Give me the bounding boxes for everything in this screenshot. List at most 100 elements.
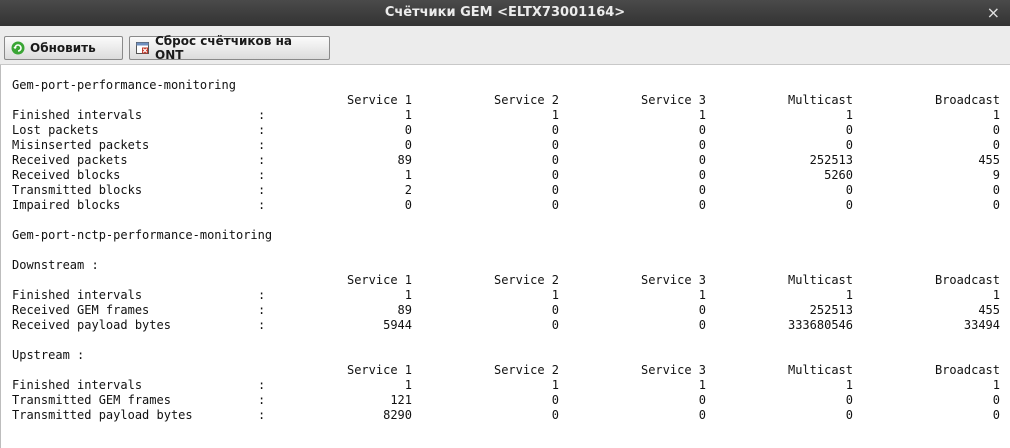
counter-value: 0 [551, 153, 559, 167]
counter-value: 0 [698, 303, 706, 317]
column-header: Service 2 [493, 273, 559, 287]
counter-value: 5260 [824, 168, 853, 182]
counter-separator: : [258, 408, 266, 422]
column-header: Service 1 [346, 363, 412, 377]
counters-report: Gem-port-performance-monitoring Service 1… [0, 65, 1010, 448]
window-title: Счётчики GEM <ELTX73001164> [384, 5, 626, 20]
counter-separator: : [258, 318, 266, 332]
counter-value: 0 [404, 198, 412, 212]
column-header: Service 3 [640, 273, 706, 287]
refresh-button-label: Обновить [30, 41, 96, 55]
counter-value: 0 [698, 168, 706, 182]
counter-value: 1 [845, 378, 853, 392]
counter-value: 33494 [963, 318, 1000, 332]
section-title: Gem-port-performance-monitoring [1, 78, 1010, 93]
counter-value: 0 [698, 318, 706, 332]
counter-row: Received packets: 89 0 0 252513 455 [1, 153, 1010, 168]
counter-value: 0 [551, 303, 559, 317]
counter-value: 0 [845, 123, 853, 137]
column-header: Service 1 [346, 93, 412, 107]
counter-label: Finished intervals [12, 288, 143, 302]
reset-counters-button[interactable]: Сброс счётчиков на ONT [129, 34, 330, 62]
counter-value: 0 [992, 138, 1000, 152]
counter-row: Finished intervals: 1 1 1 1 1 [1, 288, 1010, 303]
column-header: Multicast [787, 363, 853, 377]
counter-value: 0 [992, 183, 1000, 197]
counter-separator: : [258, 183, 266, 197]
counter-value: 0 [404, 138, 412, 152]
refresh-button[interactable]: Обновить [4, 36, 123, 60]
column-header: Broadcast [934, 93, 1000, 107]
counter-value: 89 [397, 303, 412, 317]
counter-row: Finished intervals: 1 1 1 1 1 [1, 108, 1010, 123]
counter-value: 0 [698, 123, 706, 137]
column-header-row: Service 1 Service 2 Service 3 Multicast Broa… [1, 93, 1010, 108]
counter-value: 1 [404, 168, 412, 182]
counter-value: 0 [551, 168, 559, 182]
section-title-text: Downstream : [12, 258, 99, 272]
section-title: Gem-port-nctp-performance-monitoring [1, 228, 1010, 243]
counter-value: 252513 [809, 153, 853, 167]
counter-row: Misinserted packets: 0 0 0 0 0 [1, 138, 1010, 153]
counter-separator: : [258, 393, 266, 407]
counter-row: Transmitted payload bytes: 8290 0 0 0 0 [1, 408, 1010, 423]
close-icon[interactable]: × [987, 0, 1000, 26]
counter-separator: : [258, 153, 266, 167]
counter-label: Transmitted blocks [12, 183, 143, 197]
counter-value: 1 [551, 108, 559, 122]
counter-value: 1 [404, 288, 412, 302]
counter-separator: : [258, 378, 266, 392]
counter-row: Transmitted GEM frames: 121 0 0 0 0 [1, 393, 1010, 408]
counter-value: 1 [404, 378, 412, 392]
counter-value: 121 [390, 393, 412, 407]
counter-row: Lost packets: 0 0 0 0 0 [1, 123, 1010, 138]
reset-counters-icon [136, 41, 150, 55]
column-header: Service 1 [346, 273, 412, 287]
counter-value: 0 [698, 153, 706, 167]
column-header: Service 3 [640, 93, 706, 107]
toolbar: Обновить Сброс счётчиков на ONT [0, 26, 1010, 65]
counter-value: 1 [845, 108, 853, 122]
counter-value: 0 [698, 138, 706, 152]
counter-value: 0 [551, 393, 559, 407]
counter-separator: : [258, 123, 266, 137]
counter-value: 0 [845, 183, 853, 197]
counter-label: Received packets [12, 153, 128, 167]
section-title-text: Gem-port-nctp-performance-monitoring [12, 228, 273, 242]
counter-label: Transmitted payload bytes [12, 408, 193, 422]
counter-value: 1 [551, 378, 559, 392]
counter-separator: : [258, 288, 266, 302]
column-header: Service 2 [493, 363, 559, 377]
counter-value: 1 [992, 288, 1000, 302]
counter-value: 9 [992, 168, 1000, 182]
counter-value: 0 [698, 408, 706, 422]
column-header-row: Service 1 Service 2 Service 3 Multicast Broa… [1, 273, 1010, 288]
counter-value: 455 [978, 303, 1000, 317]
counter-value: 0 [551, 183, 559, 197]
column-header: Multicast [787, 273, 853, 287]
counter-value: 2 [404, 183, 412, 197]
column-header: Broadcast [934, 363, 1000, 377]
counter-row: Transmitted blocks: 2 0 0 0 0 [1, 183, 1010, 198]
counter-value: 0 [698, 393, 706, 407]
counter-value: 0 [698, 198, 706, 212]
counter-label: Received GEM frames [12, 303, 150, 317]
counter-value: 1 [551, 288, 559, 302]
counter-value: 8290 [383, 408, 412, 422]
counter-value: 333680546 [787, 318, 853, 332]
counter-label: Received blocks [12, 168, 121, 182]
column-header: Broadcast [934, 273, 1000, 287]
counter-label: Finished intervals [12, 108, 143, 122]
counter-row: Finished intervals: 1 1 1 1 1 [1, 378, 1010, 393]
counter-row: Received payload bytes: 5944 0 0 333680546 33… [1, 318, 1010, 333]
counter-separator: : [258, 138, 266, 152]
counter-value: 0 [992, 123, 1000, 137]
counter-value: 455 [978, 153, 1000, 167]
column-header: Service 2 [493, 93, 559, 107]
counter-label: Transmitted GEM frames [12, 393, 171, 407]
counter-value: 0 [845, 393, 853, 407]
counter-label: Finished intervals [12, 378, 143, 392]
counter-separator: : [258, 168, 266, 182]
counter-value: 0 [551, 198, 559, 212]
counter-value: 0 [845, 198, 853, 212]
